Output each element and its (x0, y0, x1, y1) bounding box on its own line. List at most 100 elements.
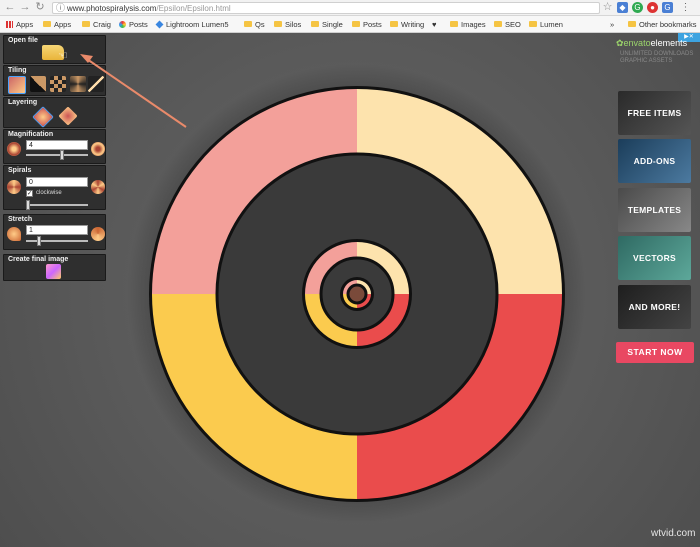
ad-tile-free-items[interactable]: FREE ITEMS (618, 91, 691, 135)
tiling-rotate-icon[interactable] (70, 76, 86, 92)
folder-icon (450, 21, 458, 28)
reload-icon[interactable]: ↻ (34, 1, 46, 14)
bookmark-images[interactable]: Images (450, 19, 486, 30)
ad-tile-vectors[interactable]: VECTORS (618, 236, 691, 280)
ad-brand: ✿envatoelements (616, 38, 687, 49)
layering-panel: Layering (3, 97, 106, 128)
stretch-slider-track[interactable] (26, 240, 88, 242)
ad-start-now-button[interactable]: START NOW (616, 342, 694, 363)
spirals-slider-thumb[interactable] (26, 200, 30, 210)
heart-icon: ♥ (432, 20, 437, 29)
create-image-icon[interactable] (46, 264, 61, 279)
ad-brand-name: envato (623, 38, 651, 48)
stretch-title: Stretch (8, 216, 33, 223)
tiling-reflect-icon[interactable] (30, 76, 46, 92)
bookmarks-bar: Apps Apps Craig Posts Lightroom Lumen5 Q… (0, 16, 700, 33)
page: Open file ☜ Tiling Layering Magnificatio… (0, 33, 700, 547)
tiling-title: Tiling (8, 67, 27, 74)
url-text: www.photospiralysis.com/Epsilon/Epsilon.… (67, 4, 231, 13)
stretch-less-icon[interactable] (7, 227, 21, 241)
clockwise-label: clockwise (36, 190, 62, 196)
bookmark-label: Images (461, 20, 486, 29)
bookmark-label: Posts (363, 20, 382, 29)
spiral-more-icon[interactable] (91, 180, 105, 194)
bookmark-posts[interactable]: Posts (119, 19, 148, 30)
ad-brand-suffix: elements (650, 38, 688, 48)
bookmark-label: Silos (285, 20, 302, 29)
bookmark-craig[interactable]: Craig (82, 19, 111, 30)
forward-icon[interactable]: → (19, 1, 31, 14)
grammarly-extension-icon[interactable]: G (632, 2, 643, 13)
tiling-star-icon[interactable] (88, 76, 104, 92)
translate-extension-icon[interactable]: G (662, 2, 673, 13)
bookmark-apps[interactable]: Apps (43, 19, 71, 30)
folder-icon (529, 21, 537, 28)
browser-toolbar: ← → ↻ ⓘ www.photospiralysis.com/Epsilon/… (0, 0, 700, 16)
folder-icon (311, 21, 319, 28)
bookmark-label: Posts (129, 20, 148, 29)
clockwise-checkbox[interactable]: ✓ (26, 190, 33, 197)
bookmark-label: Apps (54, 20, 72, 29)
tiling-panel: Tiling (3, 65, 106, 96)
tiling-grid-icon[interactable] (50, 76, 66, 92)
create-panel: Create final image (3, 254, 106, 281)
layering-back-icon[interactable] (58, 106, 78, 126)
bookmark-posts-folder[interactable]: Posts (352, 19, 382, 30)
magnification-slider-thumb[interactable] (60, 150, 64, 160)
bookmark-label: Lightroom Lumen5 (166, 20, 229, 29)
folder-icon (43, 21, 51, 28)
ad-tile-add-ons[interactable]: ADD-ONS (618, 139, 691, 183)
shield-extension-icon[interactable]: ◆ (617, 2, 628, 13)
watermark: wtvid.com (651, 528, 696, 539)
menu-icon[interactable]: ⋮ (680, 2, 691, 13)
magnify-out-icon[interactable] (7, 142, 21, 156)
bookmark-lightroom[interactable]: Lightroom Lumen5 (155, 19, 229, 30)
spiral-ring-hole (346, 283, 368, 305)
folder-icon (352, 21, 360, 28)
star-icon[interactable]: ☆ (602, 1, 613, 13)
bookmark-heart[interactable]: ♥ (432, 19, 436, 30)
envato-ad[interactable]: ▶✕ ✿envatoelements UNLIMITED DOWNLOADS G… (612, 33, 700, 373)
layering-front-icon[interactable] (32, 106, 54, 128)
folder-icon (244, 21, 252, 28)
stretch-input[interactable]: 1 (26, 225, 88, 235)
tiling-plain-icon[interactable] (8, 76, 26, 94)
bookmark-qs[interactable]: Qs (244, 19, 265, 30)
ad-tile-and-more[interactable]: AND MORE! (618, 285, 691, 329)
magnification-slider-track[interactable] (26, 154, 88, 156)
open-file-title: Open file (8, 37, 38, 44)
stretch-more-icon[interactable] (91, 227, 105, 241)
bookmark-label: Craig (93, 20, 111, 29)
stretch-slider-thumb[interactable] (37, 236, 41, 246)
bookmark-writing[interactable]: Writing (390, 19, 424, 30)
magnify-in-icon[interactable] (91, 142, 105, 156)
bookmarks-overflow[interactable]: » (610, 19, 614, 30)
bookmark-lumen[interactable]: Lumen (529, 19, 563, 30)
bookmark-label: SEO (505, 20, 521, 29)
bookmark-silos[interactable]: Silos (274, 19, 301, 30)
spirals-slider-track[interactable] (26, 204, 88, 206)
info-icon[interactable]: ⓘ (56, 3, 65, 14)
spirals-title: Spirals (8, 167, 32, 174)
spirals-panel: Spirals 0 ✓ clockwise (3, 165, 106, 210)
stretch-panel: Stretch 1 (3, 214, 106, 250)
bookmark-single[interactable]: Single (311, 19, 343, 30)
back-icon[interactable]: ← (4, 1, 16, 14)
bookmark-label: Qs (255, 20, 265, 29)
bookmark-seo[interactable]: SEO (494, 19, 521, 30)
spirals-input[interactable]: 0 (26, 177, 88, 187)
address-bar[interactable]: ⓘ www.photospiralysis.com/Epsilon/Epsilo… (52, 2, 600, 14)
magnification-input[interactable]: 4 (26, 140, 88, 150)
apps-grid-icon (6, 20, 13, 28)
other-bookmarks[interactable]: Other bookmarks (628, 19, 697, 30)
bookmark-apps-launcher[interactable]: Apps (6, 19, 33, 30)
bookmark-label: Lumen (540, 20, 563, 29)
spiral-less-icon[interactable] (7, 180, 21, 194)
extension-icon[interactable]: ● (647, 2, 658, 13)
ad-tile-templates[interactable]: TEMPLATES (618, 188, 691, 232)
dropbox-icon (155, 20, 164, 28)
cursor-hand-icon: ☜ (58, 50, 68, 62)
pinwheel-icon (119, 20, 126, 28)
layering-title: Layering (8, 99, 38, 106)
bookmark-label: Other bookmarks (639, 20, 697, 29)
